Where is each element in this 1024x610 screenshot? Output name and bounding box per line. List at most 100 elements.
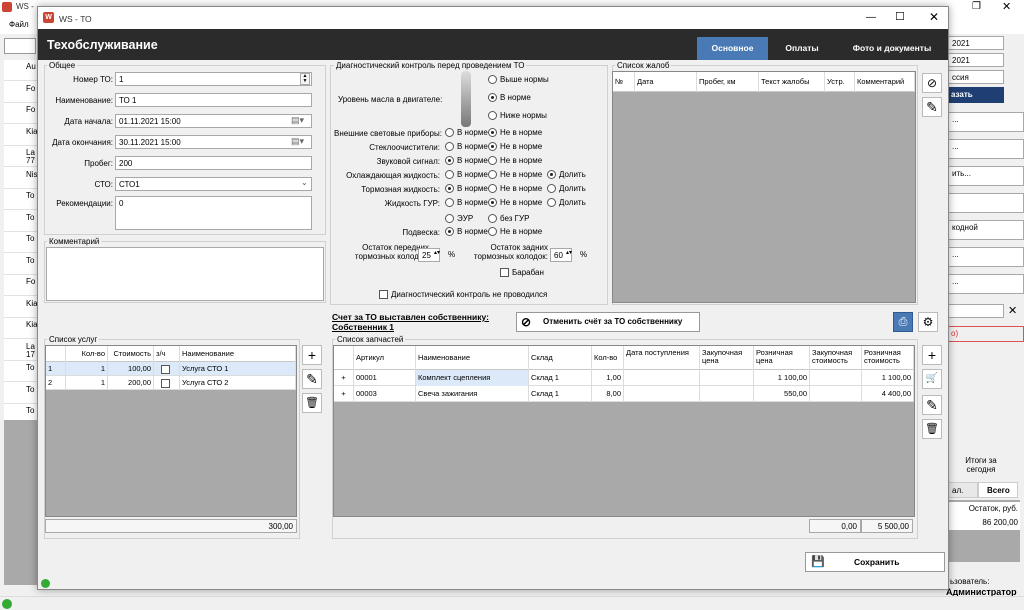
print-icon[interactable]: ⎙ (893, 312, 913, 332)
table-row[interactable]: +00003 Свеча зажигания Склад 1 8,00 550,00 4 … (334, 386, 914, 402)
tab-main[interactable]: Основное (697, 37, 768, 60)
bg-item-5[interactable]: кодной (948, 220, 1024, 240)
add-icon[interactable]: + (302, 345, 322, 365)
save-button[interactable]: 💾 Сохранить (805, 552, 945, 572)
row-part-checkbox[interactable] (154, 362, 180, 376)
susp-not_norm-radio[interactable]: Не в норме (488, 227, 542, 237)
drum-checkbox[interactable]: Барабан (500, 268, 544, 278)
tab-photos[interactable]: Фото и документы (838, 37, 946, 60)
col-part[interactable]: з/ч (154, 346, 180, 362)
col-text[interactable]: Текст жалобы (759, 72, 825, 92)
col-comment[interactable]: Комментарий (855, 72, 915, 92)
bg-tab-2[interactable]: Всего (978, 482, 1018, 498)
table-row[interactable]: 2 1 200,00 Услуга СТО 2 (46, 376, 296, 390)
trash-icon[interactable]: 🗑 (302, 393, 322, 413)
clear-icon[interactable]: ✕ (1008, 304, 1017, 317)
start-date-field[interactable]: 01.11.2021 15:00 (115, 114, 312, 128)
gur-top-radio[interactable]: Долить (547, 198, 586, 208)
bg-date-2[interactable]: 2021 (948, 53, 1004, 67)
bg-toolbar-field[interactable] (4, 38, 36, 54)
bg-list-item[interactable]: Kia (4, 318, 38, 339)
edit-icon[interactable]: ✎ (302, 369, 322, 389)
expand-icon[interactable]: + (334, 386, 354, 402)
col-qty[interactable]: Кол-во (66, 346, 108, 362)
chevron-down-icon[interactable]: ⌄ (301, 178, 308, 187)
coolant-top-radio[interactable]: Долить (547, 170, 586, 180)
bg-list-item[interactable]: To (4, 211, 38, 232)
bg-item-1[interactable]: ... (948, 112, 1024, 132)
bg-item-3[interactable]: ить... (948, 166, 1024, 186)
bg-item-7[interactable]: ... (948, 274, 1024, 294)
cancel-invoice-button[interactable]: ⊘ Отменить счёт за ТО собственнику (516, 312, 700, 332)
col-receipt-date[interactable]: Дата поступления (624, 346, 700, 370)
bg-list-item[interactable]: Fo (4, 103, 38, 124)
col-article[interactable]: Артикул (354, 346, 416, 370)
settings-icon[interactable]: ⚙ (918, 312, 938, 332)
num-spinner-icon[interactable]: ▲ ▼ (300, 73, 310, 85)
bg-date-1[interactable]: 2021 (948, 36, 1004, 50)
window-close-icon[interactable]: ✕ (929, 10, 939, 24)
col-part-name[interactable]: Наименование (416, 346, 529, 370)
bg-list-item[interactable]: Au (4, 60, 38, 81)
oil-low-radio[interactable]: Ниже нормы (488, 111, 547, 121)
maximize-icon[interactable]: ☐ (895, 10, 905, 23)
col-date[interactable]: Дата (635, 72, 697, 92)
bg-item-4[interactable] (948, 193, 1024, 213)
bg-show-button[interactable]: азать (948, 87, 1004, 103)
close-icon[interactable]: ✕ (1002, 0, 1011, 13)
menu-file[interactable]: Файл (9, 20, 29, 29)
col-name[interactable]: Наименование (180, 346, 296, 362)
bg-list-item[interactable]: Fo (4, 275, 38, 296)
bg-list-item[interactable]: Kia (4, 297, 38, 318)
spinner-icon[interactable]: ▴▾ (434, 249, 440, 256)
no-gur-radio[interactable]: без ГУР (488, 214, 529, 224)
bg-list-item[interactable]: Fo (4, 82, 38, 103)
sto-select[interactable]: СТО1 (115, 177, 312, 191)
horn-norm-radio[interactable]: В норме (445, 156, 488, 166)
mileage-field[interactable]: 200 (115, 156, 312, 170)
col-buy-price[interactable]: Закупочная цена (700, 346, 754, 370)
bg-item-6[interactable]: ... (948, 247, 1024, 267)
brake-norm-radio[interactable]: В норме (445, 184, 488, 194)
col-buy-sum[interactable]: Закупочная стоимость (810, 346, 862, 370)
bg-list-item[interactable]: To (4, 254, 38, 275)
cart-icon[interactable]: 🛒 (922, 369, 942, 389)
end-date-field[interactable]: 30.11.2021 15:00 (115, 135, 312, 149)
oil-high-radio[interactable]: Выше нормы (488, 75, 549, 85)
tab-payments[interactable]: Оплаты (773, 37, 831, 60)
row-part-checkbox[interactable] (154, 376, 180, 390)
table-row[interactable]: +00001 Комплект сцепления Склад 1 1,00 1 100… (334, 370, 914, 386)
col-warehouse[interactable]: Склад (529, 346, 592, 370)
brake-top-radio[interactable]: Долить (547, 184, 586, 194)
name-field[interactable]: ТО 1 (115, 93, 312, 107)
col-part-qty[interactable]: Кол-во (592, 346, 624, 370)
num-field[interactable]: 1 (115, 72, 312, 86)
expand-icon[interactable]: + (334, 370, 354, 386)
calendar-icon[interactable]: ▤▾ (291, 115, 304, 126)
edit-icon[interactable]: ✎ (922, 97, 942, 117)
gur-not_norm-radio[interactable]: Не в норме (488, 198, 542, 208)
eur-radio[interactable]: ЭУР (445, 214, 473, 224)
check-circle-icon[interactable]: ⊘ (922, 73, 942, 93)
col-device[interactable]: Устр. (825, 72, 855, 92)
col-cost[interactable]: Стоимость (108, 346, 154, 362)
spinner-icon[interactable]: ▴▾ (566, 249, 572, 256)
rec-field[interactable]: 0 (115, 196, 312, 230)
bg-list-item[interactable]: La 77 (4, 146, 38, 167)
bg-list-item[interactable]: Kia (4, 125, 38, 146)
bg-list-item[interactable]: To (4, 232, 38, 253)
susp-norm-radio[interactable]: В норме (445, 227, 488, 237)
bg-list-item[interactable]: La 17 (4, 340, 38, 361)
comment-field[interactable] (46, 247, 324, 301)
bg-item-8[interactable] (948, 304, 1004, 318)
bg-tab-1[interactable]: ал. (948, 482, 978, 498)
trash-icon[interactable]: 🗑 (922, 419, 942, 439)
col-num[interactable]: № (613, 72, 635, 92)
bg-list-item[interactable]: To (4, 383, 38, 404)
bg-combo[interactable]: ссия (948, 70, 1004, 84)
horn-not_norm-radio[interactable]: Не в норме (488, 156, 542, 166)
bg-list-item[interactable]: To (4, 189, 38, 210)
lights-norm-radio[interactable]: В норме (445, 128, 488, 138)
col-mileage[interactable]: Пробег, км (697, 72, 759, 92)
coolant-norm-radio[interactable]: В норме (445, 170, 488, 180)
